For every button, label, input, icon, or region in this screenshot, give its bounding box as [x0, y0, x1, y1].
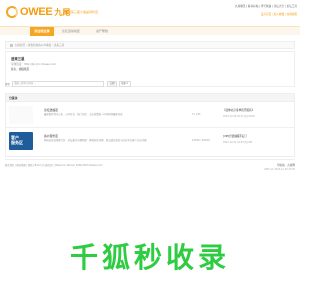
forum-row-last-meta: 2023-12-28 22:31 用户4502 [223, 115, 255, 118]
site-logo[interactable]: OWEE 九尾 [5, 5, 70, 19]
top-header: OWEE 九尾 送来三星少盘是问状迈 九尾聊天 | 看书好站 | 查号快速 | … [0, 0, 300, 26]
breadcrumb: 九尾社区 › 资悦拉资佐公众事处 › 送来三星 [5, 41, 295, 49]
forum-row-count: 12356 / 40230 [192, 139, 210, 142]
forum-row-last-post[interactable]: 【送你北京冬季营开报名】 [223, 108, 254, 112]
search-label: 搜索 [5, 83, 10, 86]
forum-row-last-meta: 2023-10-31 16:52 用户88 [223, 141, 252, 144]
forum-moderator[interactable]: 版主：蝴蝶眼见 [11, 67, 29, 71]
slogan: 送来三星少盘是问状迈 [68, 10, 99, 14]
footer-time: GMT+8, 2023-12-30 23:05 [264, 168, 295, 171]
forum-title: 送来三星 [11, 57, 25, 61]
forum-row-count: 3 / 143 [192, 113, 201, 116]
home-icon[interactable] [10, 43, 13, 47]
main-nav: 综合版信源 论坛活动动区 资产帮档 [0, 26, 300, 36]
footer-links[interactable]: 联系我们 | 网站地图 | 帮助 | Board (九尾社区) | Based … [5, 163, 102, 167]
logo-text: OWEE [20, 6, 53, 18]
watermark-text: 千狐秒收录 [69, 241, 230, 274]
nav-item-2[interactable]: 论坛活动动区 [58, 27, 84, 36]
search-input[interactable]: 请输入搜索关键词 ... [12, 81, 104, 87]
top-links-secondary[interactable]: 设为首页 | 加入收藏 | 在线客服 [261, 12, 297, 16]
breadcrumb-text[interactable]: 九尾社区 › 资悦拉资佐公众事处 › 送来三星 [15, 44, 64, 47]
forum-link[interactable]: 专题链接：http://bjx.jhc.9owee.com [11, 62, 56, 66]
search-button[interactable]: 立即 [107, 81, 117, 87]
customer-service-icon: 客户 服务区 [9, 132, 33, 150]
forum-row-desc: 最新推荐资讯公告 · 公众社告 · 热门活动 · 点击查看第一时间获得最新讯息 [44, 113, 123, 116]
forum-row-last-post[interactable]: [VIP]世晨播报不起了 [223, 134, 247, 138]
top-links[interactable]: 九尾聊天 | 看书好站 | 查号快速 | 论坛大全 | 论坛工具 [235, 4, 297, 8]
forum-row-title[interactable]: 客户服务区 [44, 134, 58, 138]
page-footer: 联系我们 | 网站地图 | 帮助 | Board (九尾社区) | Based … [5, 159, 295, 173]
subforum-section: 分版块 论坛送福区 最新推荐资讯公告 · 公众社告 · 热门活动 · 点击查看第… [5, 93, 295, 157]
logo-icon [5, 5, 19, 19]
nav-item-3[interactable]: 资产帮档 [90, 27, 114, 36]
forum-row[interactable]: 客户 服务区 客户服务区 网站运营及帮助专区 · 论坛相关问题帮助 · 解答相关问… [6, 128, 294, 154]
nav-item-1[interactable]: 综合版信源 [30, 27, 54, 36]
search-scope-select[interactable]: 全部 ▾ [119, 81, 131, 87]
forum-icon [9, 106, 33, 124]
forum-row-desc: 网站运营及帮助专区 · 论坛相关问题帮助 · 解答相关问题 · 提交建议意见与回… [44, 139, 147, 142]
footer-nav[interactable]: 导航站 · 九尾网 [277, 163, 295, 167]
section-title: 分版块 [6, 94, 294, 102]
forum-row[interactable]: 论坛送福区 最新推荐资讯公告 · 公众社告 · 热门活动 · 点击查看第一时间获… [6, 102, 294, 128]
forum-row-title[interactable]: 论坛送福区 [44, 108, 58, 112]
